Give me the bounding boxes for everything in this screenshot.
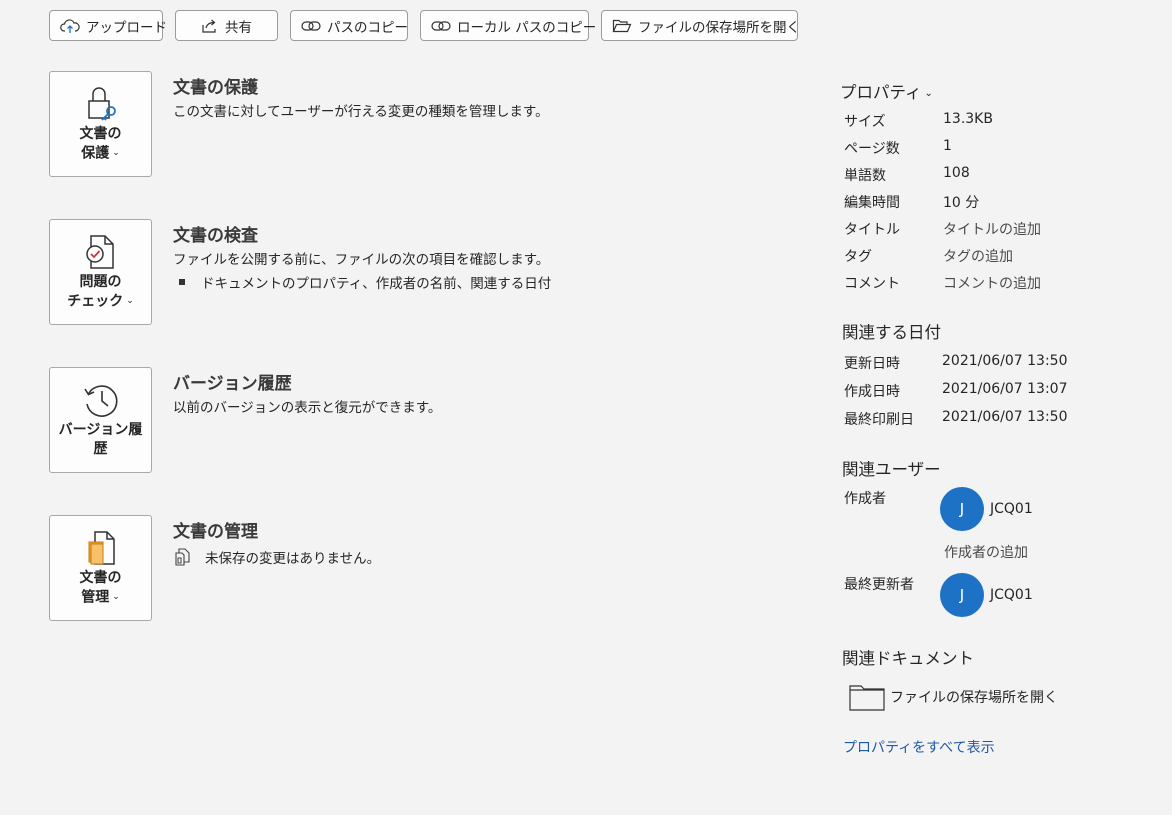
folder-open-icon bbox=[612, 19, 632, 32]
protect-button-label: 文書の 保護 ⌄ bbox=[80, 125, 122, 164]
manage-section: 文書の 管理 ⌄ 文書の管理 未保存の変更はありません。 bbox=[49, 515, 789, 621]
date-value: 2021/06/07 13:50 bbox=[942, 353, 1068, 369]
cloud-upload-icon bbox=[60, 18, 80, 33]
chevron-down-icon: ⌄ bbox=[126, 296, 134, 306]
manage-note-text: 未保存の変更はありません。 bbox=[205, 551, 381, 567]
copy-path-button[interactable]: パスのコピー bbox=[290, 10, 408, 41]
manage-document-button[interactable]: 文書の 管理 ⌄ bbox=[49, 515, 152, 621]
folder-icon bbox=[849, 685, 885, 711]
open-location-link[interactable]: ファイルの保存場所を開く bbox=[848, 682, 1058, 712]
documents-header: 関連ドキュメント bbox=[842, 649, 974, 668]
document-check-icon bbox=[85, 235, 114, 269]
date-key: 作成日時 bbox=[844, 384, 900, 400]
comment-input[interactable]: コメントの追加 bbox=[943, 273, 1041, 293]
property-key: タイトル bbox=[844, 222, 900, 238]
property-key: タグ bbox=[844, 249, 872, 265]
property-key: 単語数 bbox=[844, 168, 886, 184]
property-value: 1 bbox=[943, 138, 952, 154]
documents-icon bbox=[175, 548, 190, 566]
modifier-name[interactable]: JCQ01 bbox=[990, 587, 1033, 603]
date-key: 最終印刷日 bbox=[844, 412, 914, 428]
protect-title: 文書の保護 bbox=[173, 78, 258, 98]
check-issues-line2: チェック bbox=[67, 293, 124, 310]
property-value: 13.3KB bbox=[943, 111, 993, 127]
property-value: 10 分 bbox=[943, 195, 980, 211]
version-history-label: バージョン履 歴 bbox=[59, 421, 143, 459]
date-key: 更新日時 bbox=[844, 356, 900, 372]
avatar[interactable]: J bbox=[940, 573, 984, 617]
copy-local-path-button[interactable]: ローカル パスのコピー bbox=[420, 10, 596, 41]
protect-section: 文書の 保護 ⌄ 文書の保護 この文書に対してユーザーが行える変更の種類を管理しま… bbox=[49, 71, 789, 177]
chevron-down-icon: ⌄ bbox=[112, 148, 120, 158]
inspect-section: 問題の チェック ⌄ 文書の検査 ファイルを公開する前に、ファイルの次の項目を確認… bbox=[49, 219, 789, 325]
open-location-button[interactable]: ファイルの保存場所を開く bbox=[601, 10, 800, 41]
property-key: ページ数 bbox=[844, 141, 900, 157]
link-icon bbox=[431, 20, 451, 31]
open-location-text: ファイルの保存場所を開く bbox=[890, 690, 1058, 706]
properties-header[interactable]: プロパティ ⌄ bbox=[840, 79, 933, 103]
history-icon bbox=[83, 385, 117, 417]
link-icon bbox=[301, 20, 321, 31]
date-value: 2021/06/07 13:50 bbox=[942, 409, 1068, 425]
add-author-link[interactable]: 作成者の追加 bbox=[944, 542, 1028, 562]
property-key: サイズ bbox=[844, 114, 886, 130]
modifier-label: 最終更新者 bbox=[844, 577, 914, 593]
properties-header-text: プロパティ bbox=[840, 83, 922, 102]
title-input[interactable]: タイトルの追加 bbox=[943, 219, 1041, 239]
dates-header: 関連する日付 bbox=[842, 323, 941, 342]
share-label: 共有 bbox=[225, 19, 252, 36]
author-label: 作成者 bbox=[844, 491, 886, 507]
bullet-icon bbox=[179, 279, 185, 285]
versions-title: バージョン履歴 bbox=[173, 374, 292, 394]
check-issues-line1: 問題の bbox=[79, 274, 122, 290]
check-issues-button[interactable]: 問題の チェック ⌄ bbox=[49, 219, 152, 325]
people-header: 関連ユーザー bbox=[842, 460, 941, 479]
protect-description: この文書に対してユーザーが行える変更の種類を管理します。 bbox=[173, 104, 549, 120]
share-icon bbox=[202, 19, 216, 33]
chevron-down-icon: ⌄ bbox=[112, 592, 120, 602]
lock-key-icon bbox=[87, 87, 116, 121]
property-key: 編集時間 bbox=[844, 195, 900, 211]
share-button[interactable]: 共有 bbox=[175, 10, 278, 41]
check-issues-label: 問題の チェック ⌄ bbox=[67, 273, 134, 312]
avatar[interactable]: J bbox=[940, 487, 984, 531]
manage-title: 文書の管理 bbox=[173, 522, 258, 542]
manage-note: 未保存の変更はありません。 bbox=[173, 547, 380, 567]
upload-button[interactable]: アップロード bbox=[49, 10, 167, 41]
copy-path-label: パスのコピー bbox=[327, 19, 408, 36]
inspect-description: ファイルを公開する前に、ファイルの次の項目を確認します。 bbox=[173, 252, 550, 268]
protect-button-line2: 保護 bbox=[81, 145, 110, 162]
manage-document-line2: 管理 bbox=[81, 589, 110, 606]
version-history-line2: 歴 bbox=[93, 441, 108, 457]
author-name[interactable]: JCQ01 bbox=[990, 501, 1033, 517]
manage-document-icon bbox=[88, 531, 115, 565]
version-history-button[interactable]: バージョン履 歴 bbox=[49, 367, 152, 473]
copy-local-path-label: ローカル パスのコピー bbox=[457, 19, 597, 36]
version-history-line1: バージョン履 bbox=[58, 422, 143, 438]
date-value: 2021/06/07 13:07 bbox=[942, 381, 1068, 397]
versions-section: バージョン履 歴 バージョン履歴 以前のバージョンの表示と復元ができます。 bbox=[49, 367, 789, 473]
chevron-down-icon: ⌄ bbox=[924, 88, 933, 99]
inspect-bullet-item: ドキュメントのプロパティ、作成者の名前、関連する日付 bbox=[179, 272, 551, 292]
property-value: 108 bbox=[943, 165, 970, 181]
tag-input[interactable]: タグの追加 bbox=[943, 246, 1013, 266]
open-location-label: ファイルの保存場所を開く bbox=[638, 19, 800, 36]
protect-button-line1: 文書の bbox=[79, 126, 122, 142]
upload-label: アップロード bbox=[86, 19, 167, 36]
inspect-bullet-text: ドキュメントのプロパティ、作成者の名前、関連する日付 bbox=[201, 276, 552, 292]
versions-description: 以前のバージョンの表示と復元ができます。 bbox=[173, 400, 442, 416]
show-all-properties-link[interactable]: プロパティをすべて表示 bbox=[843, 737, 995, 757]
property-key: コメント bbox=[844, 276, 900, 292]
manage-document-label: 文書の 管理 ⌄ bbox=[80, 569, 122, 608]
manage-document-line1: 文書の bbox=[79, 570, 122, 586]
protect-document-button[interactable]: 文書の 保護 ⌄ bbox=[49, 71, 152, 177]
inspect-title: 文書の検査 bbox=[173, 226, 258, 246]
